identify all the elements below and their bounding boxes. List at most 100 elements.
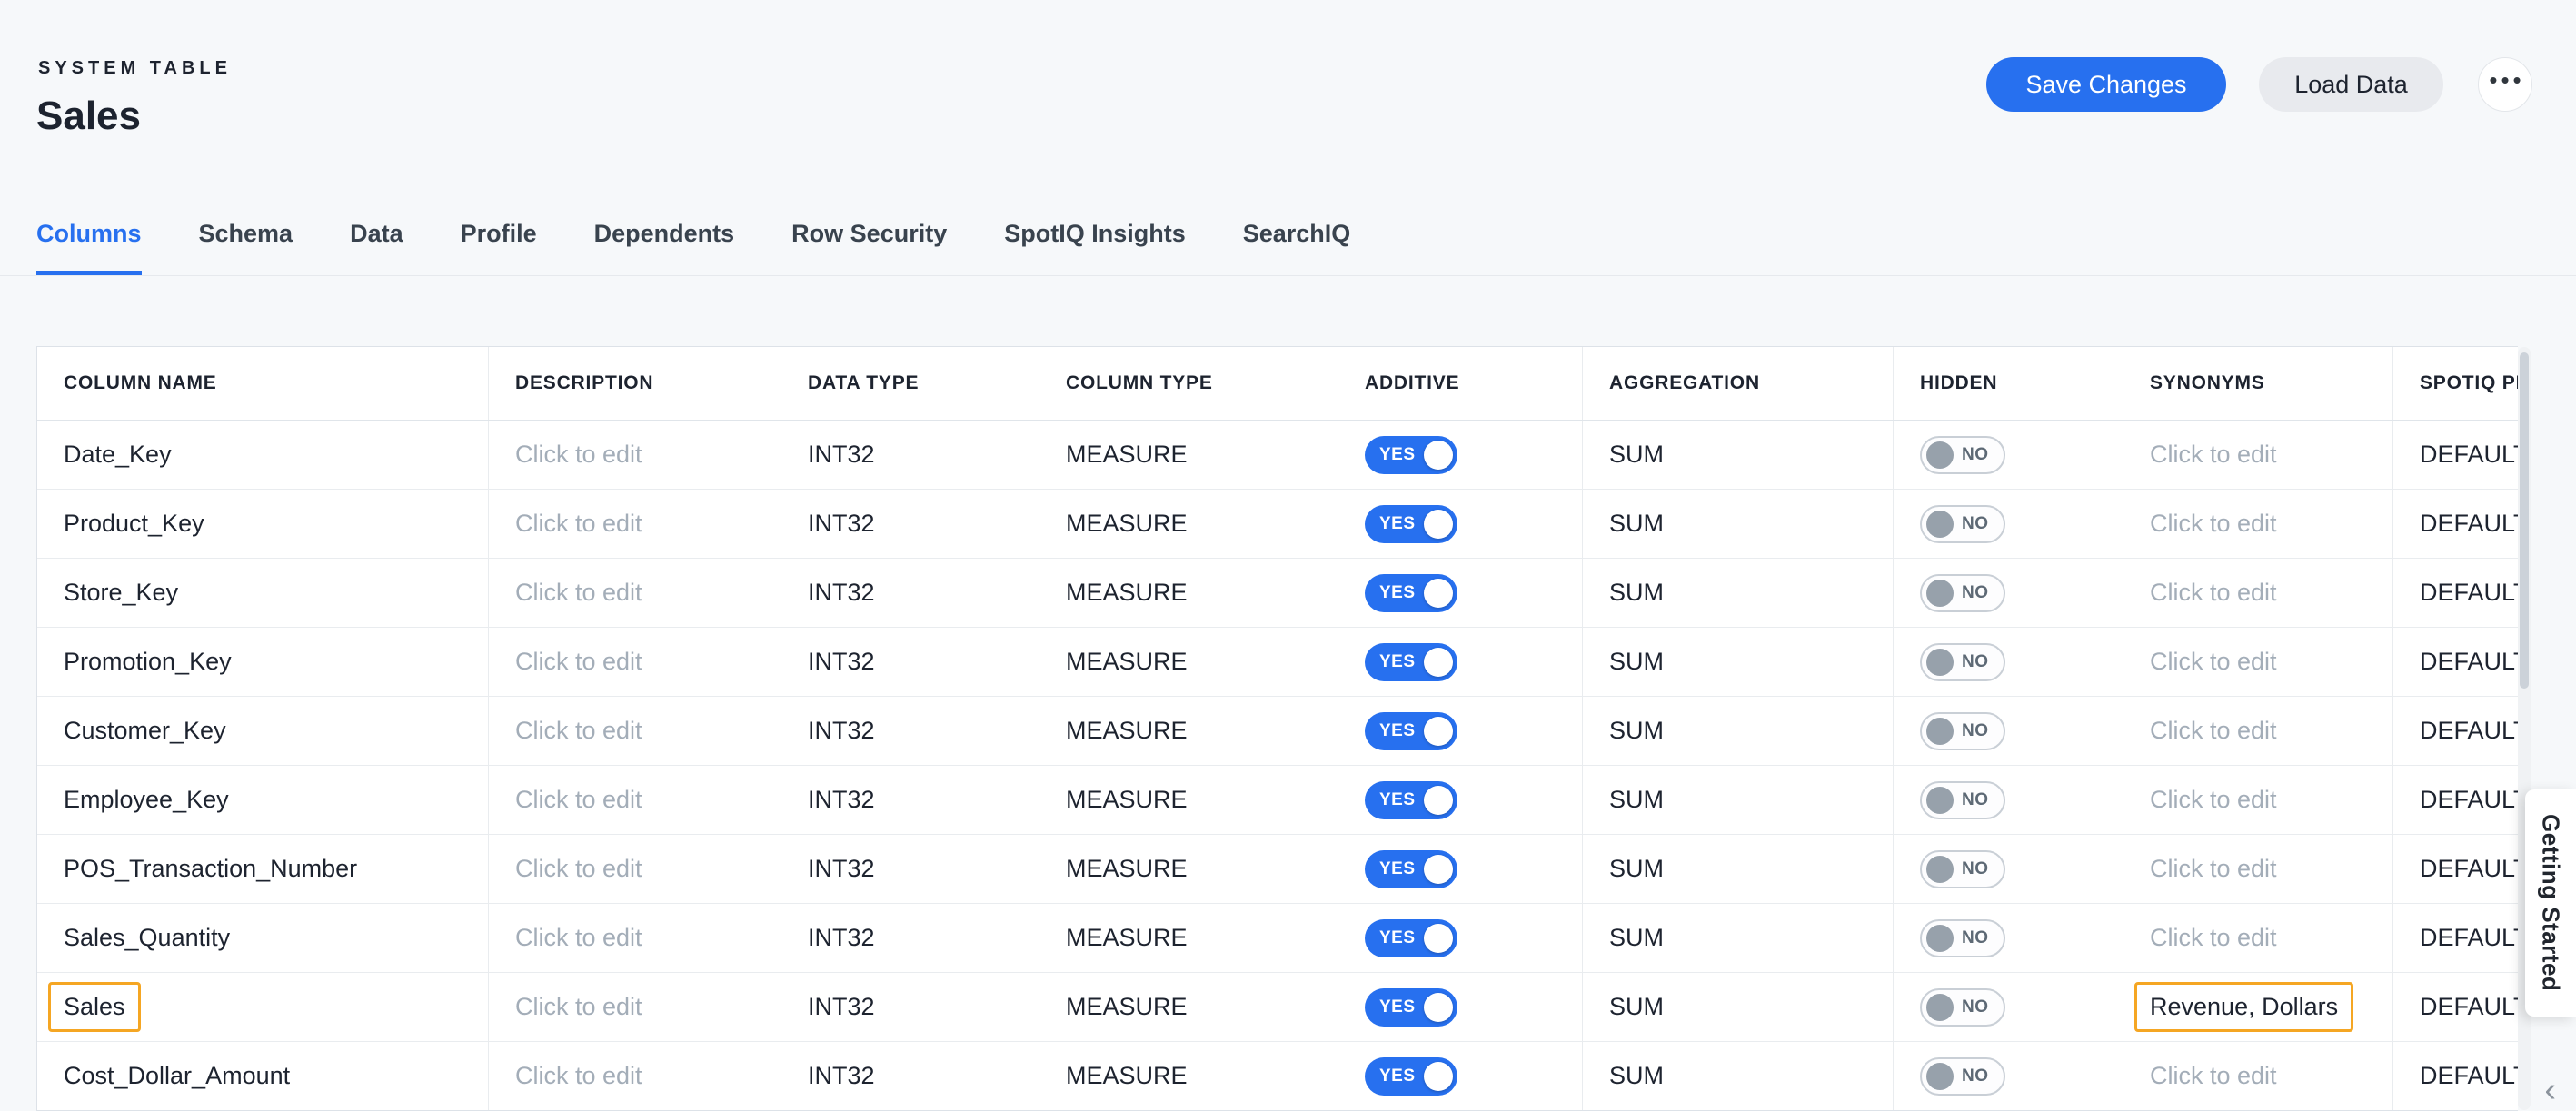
hidden-toggle[interactable]: NO bbox=[1920, 712, 2005, 750]
aggregation-cell[interactable]: SUM bbox=[1583, 904, 1894, 972]
description-value[interactable]: Click to edit bbox=[515, 993, 642, 1021]
synonyms-cell[interactable]: Click to edit bbox=[2123, 835, 2393, 903]
description-value[interactable]: Click to edit bbox=[515, 717, 642, 745]
description-cell[interactable]: Click to edit bbox=[489, 835, 781, 903]
description-value[interactable]: Click to edit bbox=[515, 924, 642, 952]
hidden-toggle[interactable]: NO bbox=[1920, 505, 2005, 543]
synonyms-value[interactable]: Click to edit bbox=[2150, 1062, 2277, 1090]
spotiq-preference-cell[interactable]: DEFAULT bbox=[2393, 421, 2518, 489]
aggregation-cell[interactable]: SUM bbox=[1583, 973, 1894, 1041]
hidden-toggle[interactable]: NO bbox=[1920, 436, 2005, 474]
additive-toggle[interactable]: YES bbox=[1365, 505, 1457, 543]
aggregation-cell[interactable]: SUM bbox=[1583, 835, 1894, 903]
synonyms-value[interactable]: Click to edit bbox=[2150, 441, 2277, 469]
description-value[interactable]: Click to edit bbox=[515, 855, 642, 883]
spotiq-preference-cell[interactable]: DEFAULT bbox=[2393, 559, 2518, 627]
spotiq-preference-cell[interactable]: DEFAULT bbox=[2393, 835, 2518, 903]
aggregation-cell[interactable]: SUM bbox=[1583, 628, 1894, 696]
tab-dependents[interactable]: Dependents bbox=[594, 216, 735, 275]
additive-toggle[interactable]: YES bbox=[1365, 781, 1457, 819]
column-type-cell[interactable]: MEASURE bbox=[1039, 421, 1338, 489]
additive-toggle[interactable]: YES bbox=[1365, 574, 1457, 612]
spotiq-preference-cell[interactable]: DEFAULT bbox=[2393, 490, 2518, 558]
getting-started-tab[interactable]: Getting Started bbox=[2525, 789, 2576, 1017]
column-type-cell[interactable]: MEASURE bbox=[1039, 766, 1338, 834]
additive-toggle[interactable]: YES bbox=[1365, 436, 1457, 474]
additive-toggle[interactable]: YES bbox=[1365, 1057, 1457, 1096]
column-type-cell[interactable]: MEASURE bbox=[1039, 697, 1338, 765]
aggregation-cell[interactable]: SUM bbox=[1583, 421, 1894, 489]
description-cell[interactable]: Click to edit bbox=[489, 766, 781, 834]
synonyms-value[interactable]: Click to edit bbox=[2150, 510, 2277, 538]
hidden-toggle[interactable]: NO bbox=[1920, 919, 2005, 957]
synonyms-value[interactable]: Revenue, Dollars bbox=[2134, 982, 2353, 1032]
save-changes-button[interactable]: Save Changes bbox=[1986, 57, 2226, 112]
synonyms-value[interactable]: Click to edit bbox=[2150, 786, 2277, 814]
description-cell[interactable]: Click to edit bbox=[489, 559, 781, 627]
spotiq-preference-cell[interactable]: DEFAULT bbox=[2393, 766, 2518, 834]
aggregation-cell[interactable]: SUM bbox=[1583, 697, 1894, 765]
tab-row-security[interactable]: Row Security bbox=[791, 216, 947, 275]
more-options-button[interactable]: ••• bbox=[2478, 57, 2532, 112]
tab-spotiq-insights[interactable]: SpotIQ Insights bbox=[1004, 216, 1186, 275]
column-type-cell[interactable]: MEASURE bbox=[1039, 835, 1338, 903]
spotiq-preference-cell[interactable]: DEFAULT bbox=[2393, 973, 2518, 1041]
description-value[interactable]: Click to edit bbox=[515, 1062, 642, 1090]
hidden-toggle[interactable]: NO bbox=[1920, 1057, 2005, 1096]
synonyms-cell[interactable]: Click to edit bbox=[2123, 697, 2393, 765]
collapse-chevron-icon[interactable]: ‹ bbox=[2544, 1073, 2556, 1107]
description-cell[interactable]: Click to edit bbox=[489, 697, 781, 765]
synonyms-cell[interactable]: Click to edit bbox=[2123, 766, 2393, 834]
aggregation-cell[interactable]: SUM bbox=[1583, 559, 1894, 627]
aggregation-cell[interactable]: SUM bbox=[1583, 766, 1894, 834]
synonyms-value[interactable]: Click to edit bbox=[2150, 924, 2277, 952]
spotiq-preference-cell[interactable]: DEFAULT bbox=[2393, 1042, 2518, 1110]
scrollbar-thumb[interactable] bbox=[2520, 352, 2529, 689]
tab-searchiq[interactable]: SearchIQ bbox=[1243, 216, 1351, 275]
spotiq-preference-cell[interactable]: DEFAULT bbox=[2393, 697, 2518, 765]
column-type-cell[interactable]: MEASURE bbox=[1039, 559, 1338, 627]
synonyms-cell[interactable]: Click to edit bbox=[2123, 904, 2393, 972]
additive-toggle[interactable]: YES bbox=[1365, 712, 1457, 750]
description-value[interactable]: Click to edit bbox=[515, 441, 642, 469]
aggregation-cell[interactable]: SUM bbox=[1583, 1042, 1894, 1110]
hidden-toggle[interactable]: NO bbox=[1920, 850, 2005, 888]
hidden-toggle[interactable]: NO bbox=[1920, 988, 2005, 1027]
column-type-cell[interactable]: MEASURE bbox=[1039, 490, 1338, 558]
load-data-button[interactable]: Load Data bbox=[2259, 57, 2443, 112]
tab-profile[interactable]: Profile bbox=[461, 216, 537, 275]
synonyms-value[interactable]: Click to edit bbox=[2150, 717, 2277, 745]
additive-toggle[interactable]: YES bbox=[1365, 988, 1457, 1027]
hidden-toggle[interactable]: NO bbox=[1920, 574, 2005, 612]
column-type-cell[interactable]: MEASURE bbox=[1039, 1042, 1338, 1110]
synonyms-cell[interactable]: Click to edit bbox=[2123, 628, 2393, 696]
tab-data[interactable]: Data bbox=[350, 216, 403, 275]
synonyms-cell[interactable]: Click to edit bbox=[2123, 1042, 2393, 1110]
description-cell[interactable]: Click to edit bbox=[489, 973, 781, 1041]
additive-toggle[interactable]: YES bbox=[1365, 850, 1457, 888]
synonyms-cell[interactable]: Click to edit bbox=[2123, 559, 2393, 627]
aggregation-cell[interactable]: SUM bbox=[1583, 490, 1894, 558]
tab-columns[interactable]: Columns bbox=[36, 216, 142, 275]
hidden-toggle[interactable]: NO bbox=[1920, 781, 2005, 819]
synonyms-cell[interactable]: Revenue, Dollars bbox=[2123, 973, 2393, 1041]
description-value[interactable]: Click to edit bbox=[515, 510, 642, 538]
synonyms-value[interactable]: Click to edit bbox=[2150, 579, 2277, 607]
description-value[interactable]: Click to edit bbox=[515, 648, 642, 676]
spotiq-preference-cell[interactable]: DEFAULT bbox=[2393, 628, 2518, 696]
description-value[interactable]: Click to edit bbox=[515, 579, 642, 607]
additive-toggle[interactable]: YES bbox=[1365, 643, 1457, 681]
tab-schema[interactable]: Schema bbox=[199, 216, 293, 275]
description-cell[interactable]: Click to edit bbox=[489, 421, 781, 489]
column-type-cell[interactable]: MEASURE bbox=[1039, 628, 1338, 696]
column-type-cell[interactable]: MEASURE bbox=[1039, 904, 1338, 972]
additive-toggle[interactable]: YES bbox=[1365, 919, 1457, 957]
description-cell[interactable]: Click to edit bbox=[489, 628, 781, 696]
description-cell[interactable]: Click to edit bbox=[489, 1042, 781, 1110]
column-type-cell[interactable]: MEASURE bbox=[1039, 973, 1338, 1041]
synonyms-value[interactable]: Click to edit bbox=[2150, 855, 2277, 883]
synonyms-cell[interactable]: Click to edit bbox=[2123, 421, 2393, 489]
synonyms-value[interactable]: Click to edit bbox=[2150, 648, 2277, 676]
description-value[interactable]: Click to edit bbox=[515, 786, 642, 814]
description-cell[interactable]: Click to edit bbox=[489, 904, 781, 972]
